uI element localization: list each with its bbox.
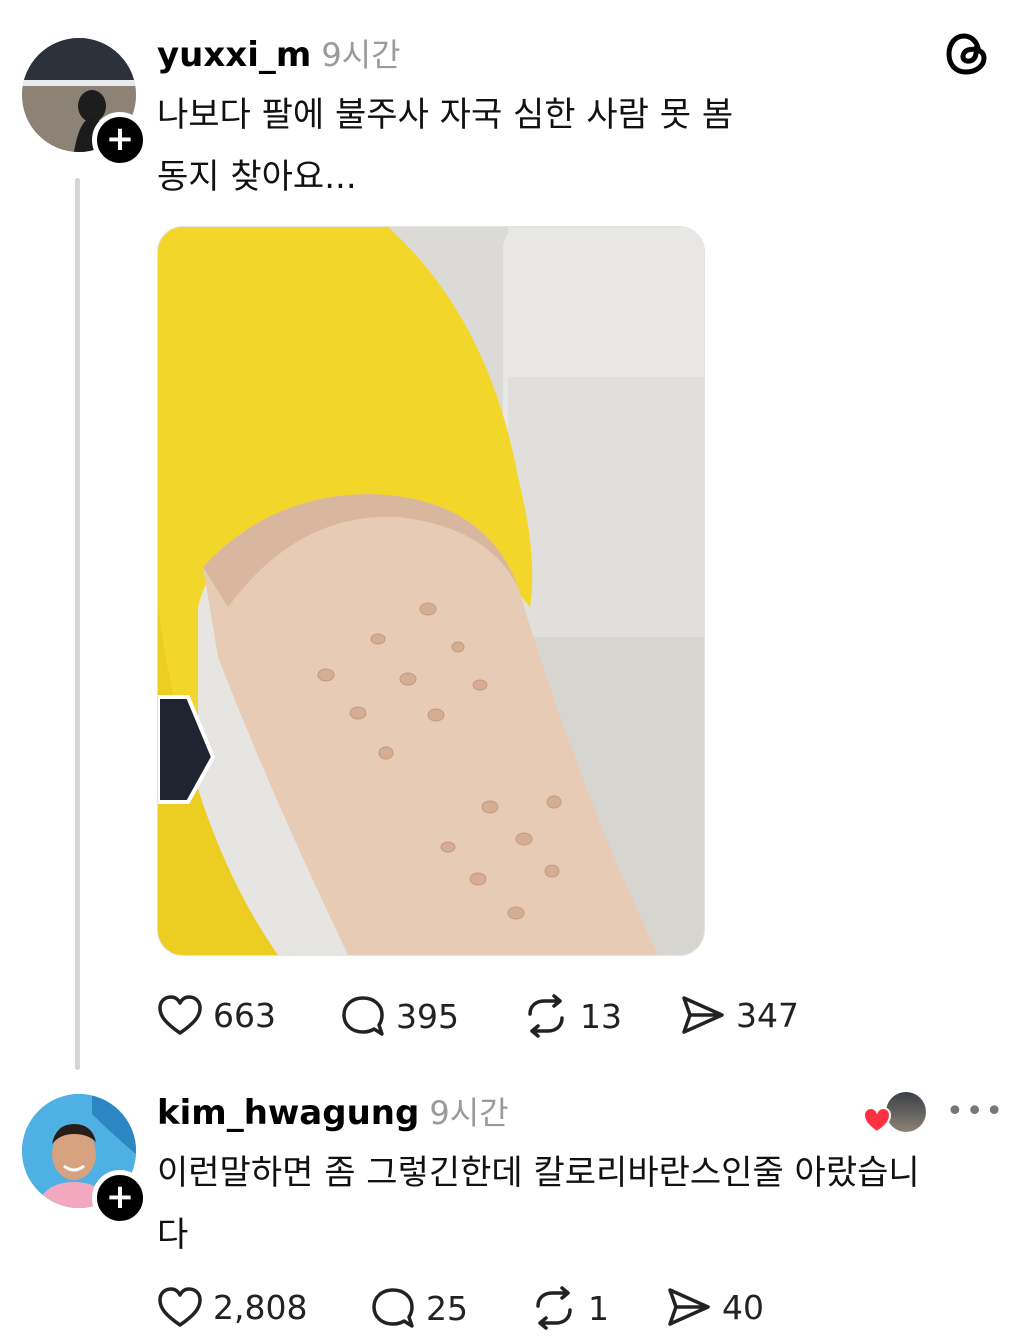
heart-icon (158, 995, 202, 1035)
repost-icon (536, 1286, 572, 1330)
post-text: 나보다 팔에 불주사 자국 심한 사람 못 봄 동지 찾아요... (157, 84, 733, 208)
repost-icon (528, 994, 564, 1038)
post-header: yuxxi_m 9시간 (157, 30, 401, 76)
comment-bubble-icon (342, 996, 384, 1036)
reply-text-line-2: 다 (157, 1215, 189, 1255)
send-icon (682, 996, 724, 1034)
reply-text: 이런말하면 좀 그렇긴한데 칼로리바란스인줄 아랐습니 다 (157, 1142, 920, 1266)
threads-logo-icon[interactable] (944, 30, 992, 78)
share-button[interactable]: 347 (680, 994, 799, 1036)
reply-comment-button[interactable]: 25 (370, 1286, 468, 1330)
post-photo[interactable] (157, 226, 705, 956)
post-timestamp: 9시간 (321, 36, 401, 74)
like-button[interactable]: 663 (157, 994, 276, 1036)
like-count: 663 (213, 995, 276, 1035)
red-heart-icon (862, 1106, 892, 1134)
author-mini-avatar (886, 1092, 926, 1132)
send-icon (668, 1288, 710, 1326)
thread-connector-line (75, 178, 80, 1070)
repost-count: 13 (580, 996, 622, 1036)
reply-timestamp: 9시간 (429, 1094, 509, 1132)
comment-bubble-icon (372, 1288, 414, 1328)
repost-button[interactable]: 13 (522, 994, 622, 1038)
post-username[interactable]: yuxxi_m (157, 35, 311, 75)
reply-repost-count: 1 (588, 1288, 609, 1328)
reply-header: kim_hwagung 9시간 (157, 1088, 509, 1134)
more-dots-icon[interactable]: ••• (946, 1094, 1005, 1129)
reply-like-count: 2,808 (213, 1287, 308, 1327)
reply-repost-button[interactable]: 1 (530, 1286, 609, 1330)
reply-share-button[interactable]: 40 (666, 1286, 764, 1328)
reply-username[interactable]: kim_hwagung (157, 1093, 419, 1133)
reply-text-line-1: 이런말하면 좀 그렇긴한데 칼로리바란스인줄 아랐습니 (157, 1153, 920, 1193)
share-count: 347 (736, 995, 799, 1035)
reply-share-count: 40 (722, 1287, 764, 1327)
post-text-line-1: 나보다 팔에 불주사 자국 심한 사람 못 봄 (157, 95, 734, 135)
reply-comment-count: 25 (426, 1288, 468, 1328)
comment-count: 395 (396, 996, 459, 1036)
reply-follow-plus-icon[interactable]: + (92, 1170, 148, 1226)
follow-plus-icon[interactable]: + (92, 112, 148, 168)
reply-like-button[interactable]: 2,808 (157, 1286, 307, 1328)
comment-button[interactable]: 395 (340, 994, 459, 1038)
heart-icon (158, 1287, 202, 1327)
post-text-line-2: 동지 찾아요... (157, 157, 357, 197)
author-liked-indicator (862, 1092, 926, 1136)
